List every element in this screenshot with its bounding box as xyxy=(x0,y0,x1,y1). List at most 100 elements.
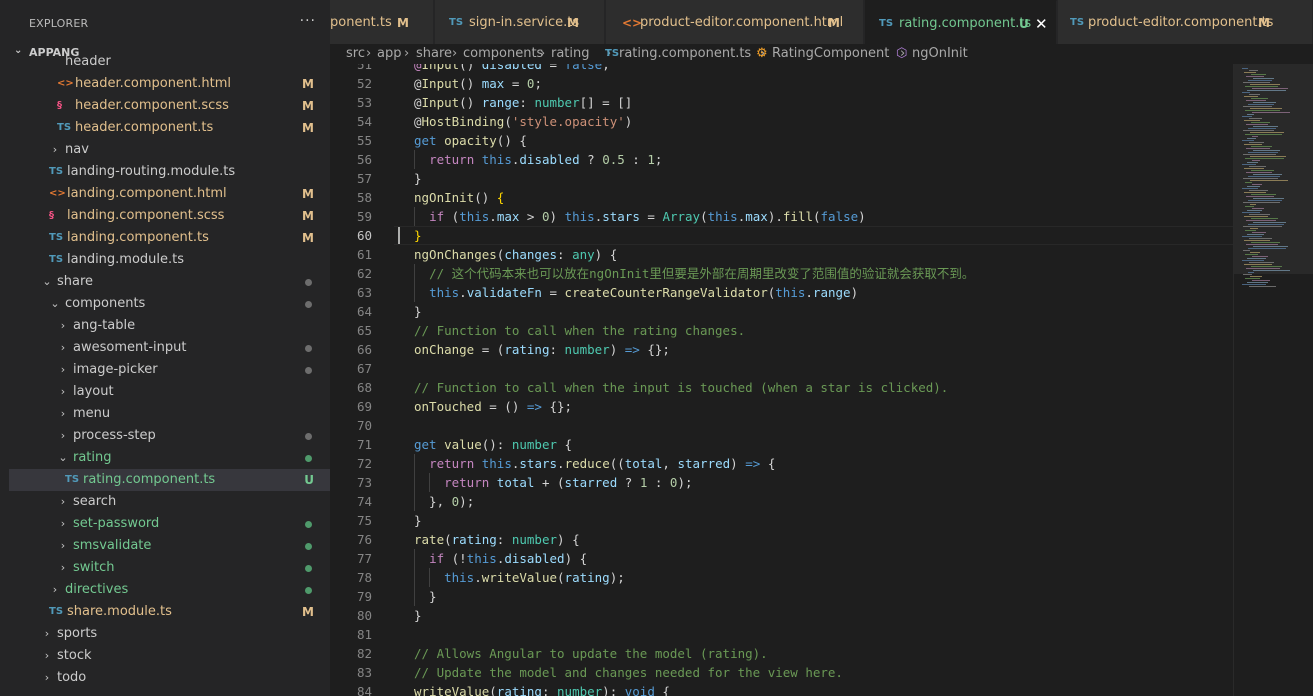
code-line[interactable]: } xyxy=(414,587,437,606)
git-status-badge: M xyxy=(302,99,314,113)
code-line[interactable]: } xyxy=(414,226,422,245)
code-line[interactable]: // Function to call when the rating chan… xyxy=(414,321,745,340)
minimap-line xyxy=(1247,90,1286,91)
breadcrumb-item[interactable]: rating.component.ts xyxy=(619,44,751,64)
tab-active[interactable]: TS rating.component.ts U ✕ xyxy=(865,0,1057,46)
folder-item[interactable]: › awesoment-input xyxy=(9,337,330,359)
file-item[interactable]: § header.component.scss M xyxy=(9,95,330,117)
code-line[interactable]: // Function to call when the input is to… xyxy=(414,378,948,397)
code-line[interactable]: onTouched = () => {}; xyxy=(414,397,572,416)
breadcrumb-item[interactable]: src xyxy=(346,44,365,64)
tab[interactable]: TS sign-in.service.ts M xyxy=(435,0,605,46)
line-number: 81 xyxy=(356,627,372,642)
code-line[interactable]: }, 0); xyxy=(414,492,474,511)
code-token: disabled xyxy=(481,64,542,72)
code-line[interactable]: return total + (starred ? 1 : 0); xyxy=(414,473,693,492)
code-line[interactable]: this.validateFn = createCounterRangeVali… xyxy=(414,283,858,302)
code-line[interactable]: ngOnChanges(changes: any) { xyxy=(414,245,617,264)
line-number: 58 xyxy=(356,190,372,205)
folder-item[interactable]: › image-picker xyxy=(9,359,330,381)
code-token: = xyxy=(541,64,565,72)
minimap-line xyxy=(1251,74,1266,75)
folder-item[interactable]: › nav xyxy=(9,139,330,161)
close-icon[interactable]: ✕ xyxy=(1035,1,1048,46)
folder-item[interactable]: › layout xyxy=(9,381,330,403)
code-line[interactable]: @Input() range: number[] = [] xyxy=(414,93,632,112)
breadcrumb-item[interactable]: components xyxy=(463,44,543,64)
minimap[interactable] xyxy=(1233,64,1313,696)
code-line[interactable]: // 这个代码本来也可以放在ngOnInit里但要是外部在周期里改变了范围值的验… xyxy=(414,264,974,283)
file-item[interactable]: TS share.module.ts M xyxy=(9,601,330,623)
folder-item[interactable]: › switch xyxy=(9,557,330,579)
folder-item[interactable]: › menu xyxy=(9,403,330,425)
code-editor[interactable]: 51 52 53 54 55 56 57 58 59 60 61 62 63 64 65 66 67 68 69 70… xyxy=(330,64,1233,696)
folder-item[interactable]: ⌄ share xyxy=(9,271,330,293)
folder-item[interactable]: › stock xyxy=(9,645,330,667)
folder-item[interactable]: › sports xyxy=(9,623,330,645)
file-item[interactable]: TS rating.component.ts U xyxy=(9,469,330,491)
code-token: stars xyxy=(519,456,558,471)
code-token: ); xyxy=(459,494,475,509)
tab[interactable]: TS product-editor.component.ts M xyxy=(1058,0,1313,46)
breadcrumb-item[interactable]: rating xyxy=(551,44,590,64)
folder-item[interactable]: › process-step xyxy=(9,425,330,447)
code-token: () xyxy=(459,76,482,91)
folder-item[interactable]: › directives xyxy=(9,579,330,601)
code-line[interactable]: } xyxy=(414,606,422,625)
folder-name: sports xyxy=(57,626,98,641)
code-line[interactable]: rate(rating: number) { xyxy=(414,530,580,549)
folder-item[interactable]: › smsvalidate xyxy=(9,535,330,557)
code-line[interactable]: onChange = (rating: number) => {}; xyxy=(414,340,670,359)
file-item[interactable]: TS header.component.ts M xyxy=(9,117,330,139)
folder-name: switch xyxy=(73,560,115,575)
breadcrumb-item[interactable]: share xyxy=(416,44,452,64)
file-item[interactable]: § landing.component.scss M xyxy=(9,205,330,227)
tab[interactable]: <> product-editor.component.html M xyxy=(606,0,864,46)
minimap-line xyxy=(1244,264,1272,265)
code-token: number xyxy=(557,684,603,696)
minimap-line xyxy=(1244,192,1266,193)
code-line[interactable]: if (this.max > 0) this.stars = Array(thi… xyxy=(414,207,866,226)
folder-item[interactable]: ⌄ components xyxy=(9,293,330,315)
file-item[interactable]: TS landing.component.ts M xyxy=(9,227,330,249)
code-line[interactable]: @Input() max = 0; xyxy=(414,74,542,93)
code-line[interactable]: } xyxy=(414,511,422,530)
file-item[interactable]: TS landing-routing.module.ts xyxy=(9,161,330,183)
code-line[interactable]: @HostBinding('style.opacity') xyxy=(414,112,632,131)
folder-item[interactable]: › set-password xyxy=(9,513,330,535)
code-line[interactable]: return this.stars.reduce((total, starred… xyxy=(414,454,775,473)
ellipsis-icon[interactable]: ··· xyxy=(300,13,316,29)
folder-item[interactable]: › ang-table xyxy=(9,315,330,337)
code-line[interactable]: this.writeValue(rating); xyxy=(414,568,625,587)
code-line[interactable]: } xyxy=(414,169,422,188)
folder-item[interactable]: header xyxy=(9,51,330,73)
tab-label: rating.component.ts xyxy=(899,16,1032,31)
folder-item[interactable]: › todo xyxy=(9,667,330,689)
code-line[interactable]: if (!this.disabled) { xyxy=(414,549,587,568)
file-item[interactable]: <> header.component.html M xyxy=(9,73,330,95)
code-line[interactable]: // Update the model and changes needed f… xyxy=(414,663,843,682)
minimap-line xyxy=(1244,72,1256,73)
indent-guide xyxy=(414,207,415,226)
file-item[interactable]: <> landing.component.html M xyxy=(9,183,330,205)
file-item[interactable]: TS landing.module.ts xyxy=(9,249,330,271)
tab[interactable]: ponent.ts M xyxy=(330,0,434,46)
code-line[interactable]: @Input() disabled = false; xyxy=(414,64,610,74)
folder-item[interactable]: › search xyxy=(9,491,330,513)
code-line[interactable]: get opacity() { xyxy=(414,131,527,150)
code-token: ); xyxy=(677,475,693,490)
code-line[interactable]: get value(): number { xyxy=(414,435,572,454)
text-cursor xyxy=(398,227,400,244)
breadcrumb-item[interactable]: app xyxy=(377,44,401,64)
code-line[interactable]: } xyxy=(414,302,422,321)
code-line[interactable]: return this.disabled ? 0.5 : 1; xyxy=(414,150,662,169)
breadcrumb-separator: › xyxy=(540,46,546,61)
breadcrumb-item[interactable]: RatingComponent xyxy=(772,44,889,64)
minimap-line xyxy=(1249,142,1264,143)
code-line[interactable]: ngOnInit() { xyxy=(414,188,504,207)
code-line[interactable]: writeValue(rating: number): void { xyxy=(414,682,670,696)
folder-item[interactable]: ⌄ rating xyxy=(9,447,330,469)
code-line[interactable]: // Allows Angular to update the model (r… xyxy=(414,644,768,663)
chevron-right-icon: › xyxy=(60,429,66,442)
breadcrumb-item[interactable]: ngOnInit xyxy=(912,44,968,64)
